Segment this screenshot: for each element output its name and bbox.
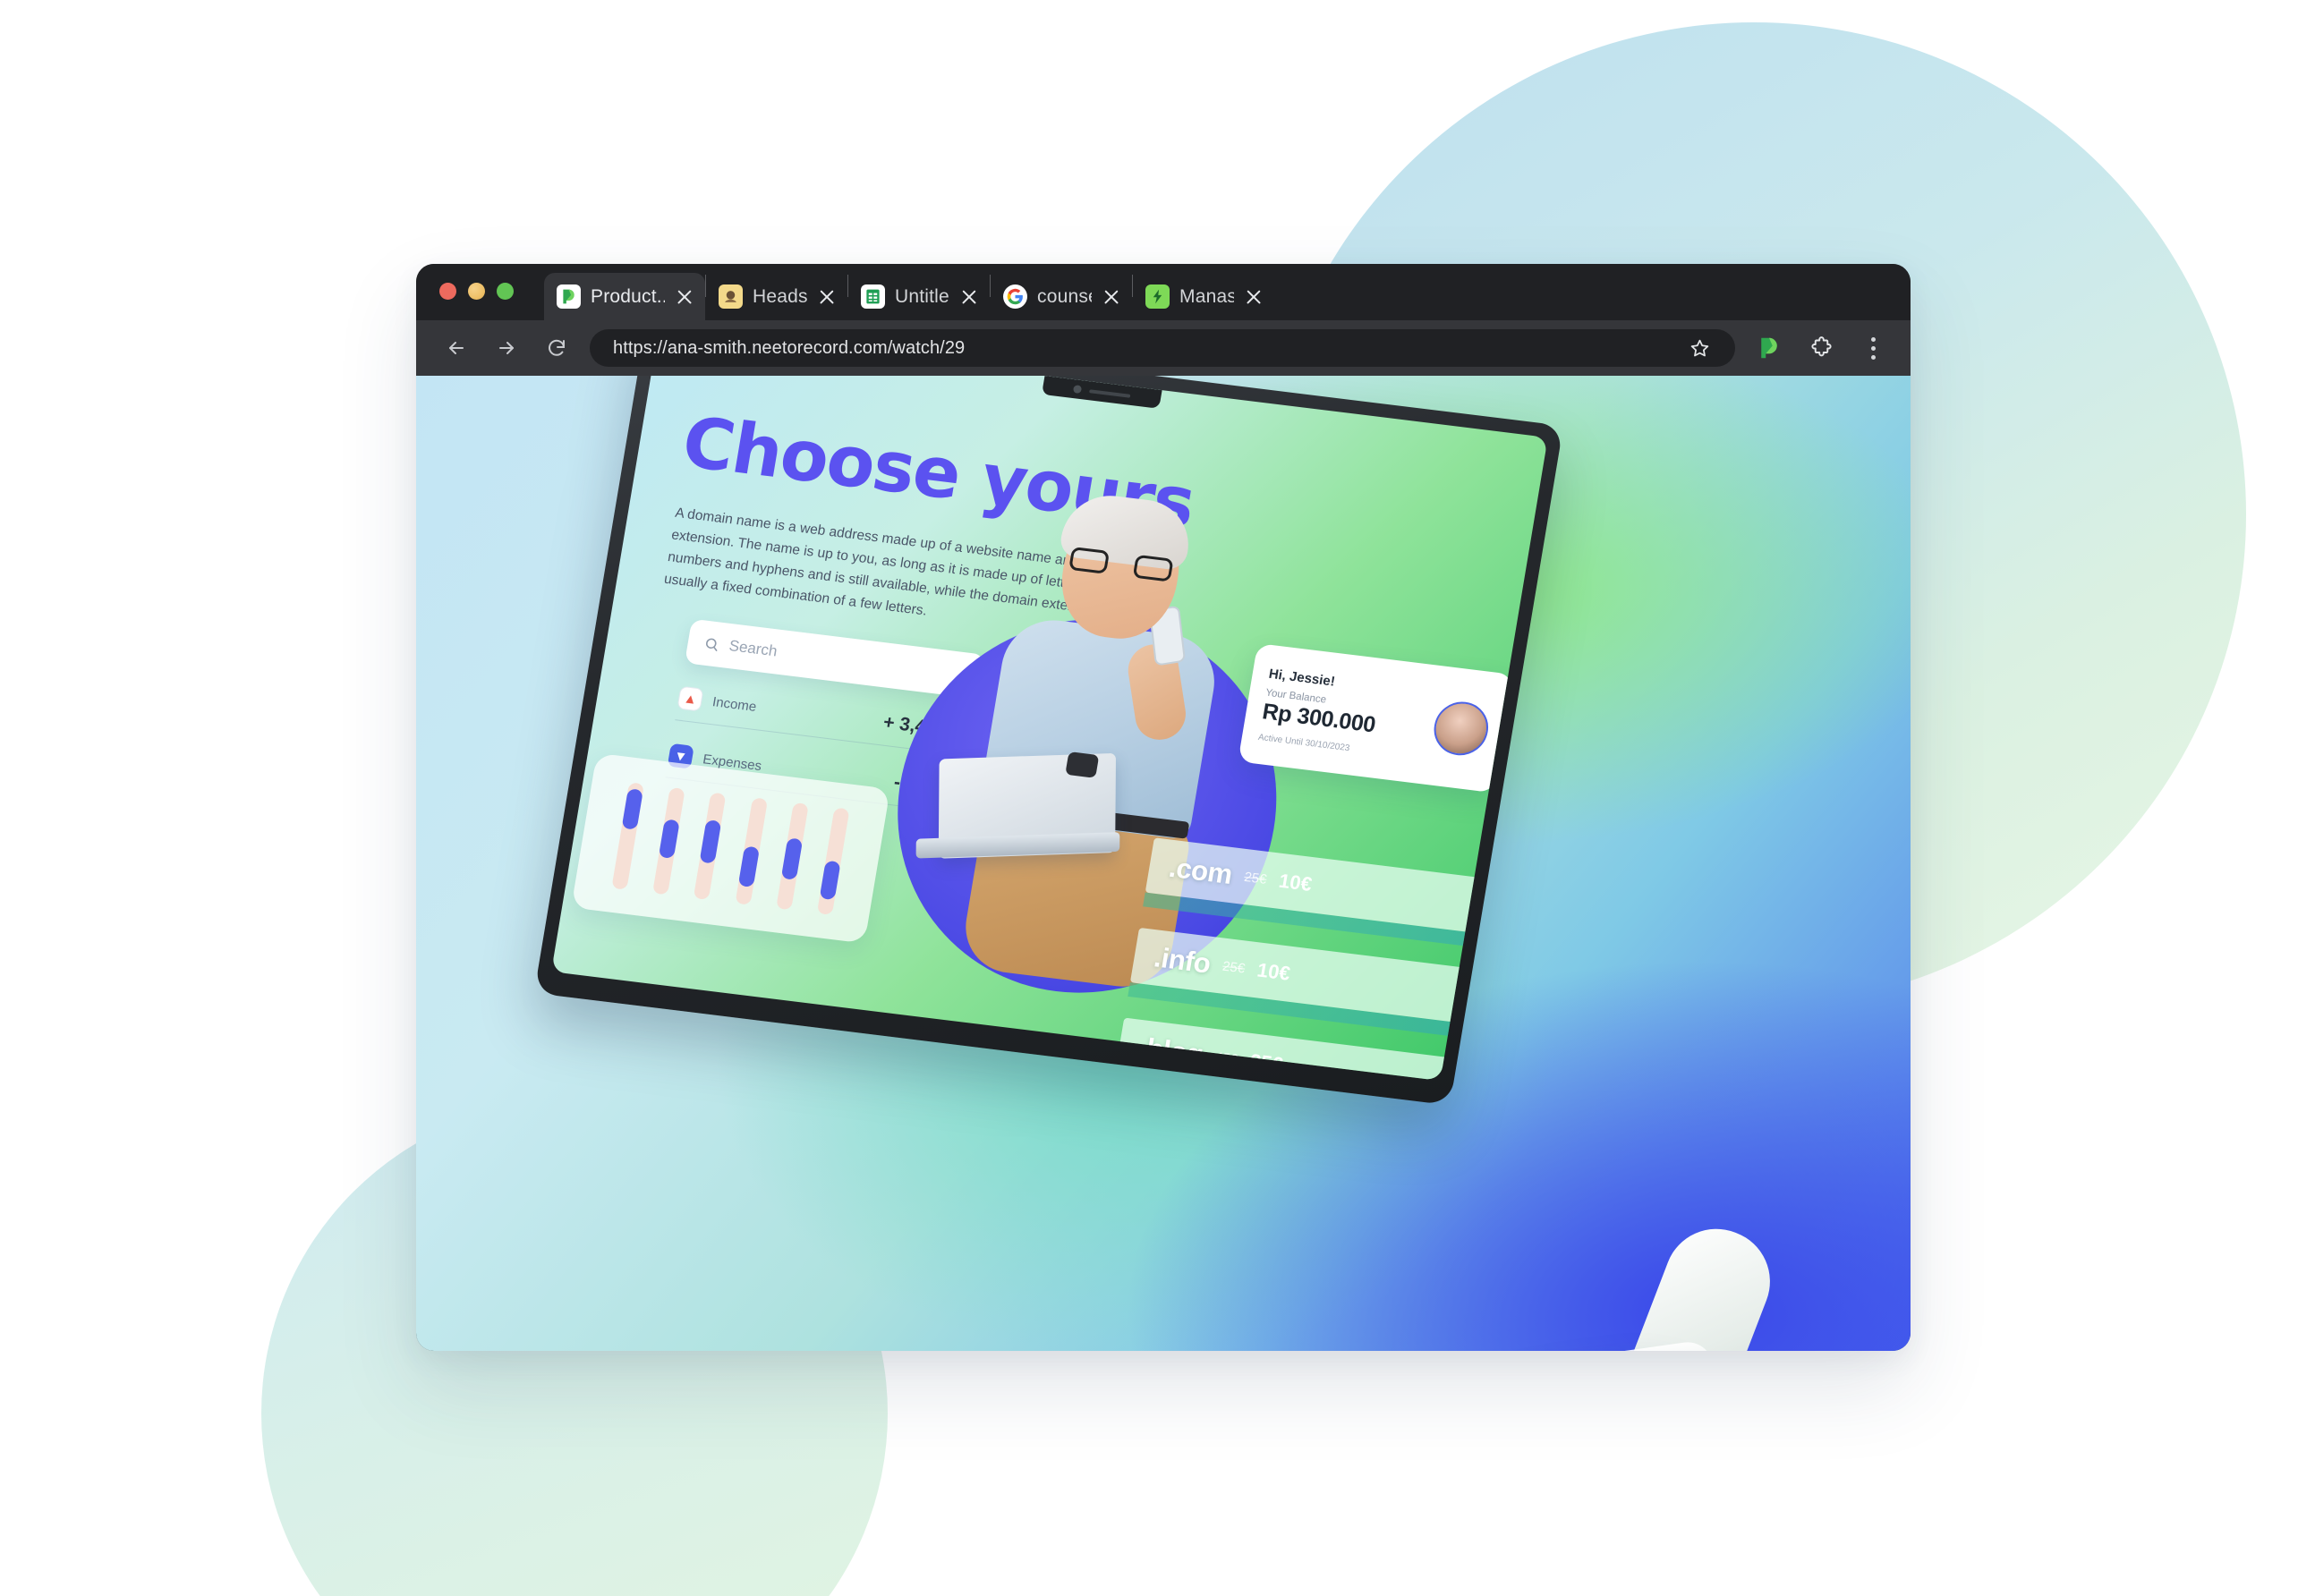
close-window-button[interactable] [439,283,456,300]
browser-menu-button[interactable] [1855,330,1891,366]
browser-tab-2[interactable]: Untitled [848,273,990,320]
forward-button[interactable] [489,331,523,365]
domain-new-price-1: 10€ [1255,958,1292,985]
browser-tab-2-title: Untitled [895,285,949,307]
browser-tab-1[interactable]: Headst [706,273,847,320]
income-icon: ▲ [677,685,704,712]
address-bar-url: https://ana-smith.neetorecord.com/watch/… [613,337,966,358]
browser-tab-strip: Product.. Headst Untitle couns Manas [416,264,1911,320]
page-root: Product.. Headst Untitle couns Manas htt… [0,0,2298,1596]
laptop-mockup: Choose yours A domain name is a web addr… [533,376,1564,1106]
slider-1[interactable] [652,786,685,895]
image-icon [719,284,743,309]
spreadsheet-icon [861,284,885,309]
domain-toggle-wrap-2 [1443,1062,1545,1082]
browser-toolbar: https://ana-smith.neetorecord.com/watch/… [416,320,1911,376]
person-watch [1065,751,1100,778]
slider-4[interactable] [776,802,809,910]
back-button[interactable] [439,331,473,365]
income-label: Income [711,693,758,715]
avatar [1430,699,1493,759]
slider-2[interactable] [694,792,727,900]
search-icon [706,638,718,651]
extensions-puzzle-icon[interactable] [1803,330,1839,366]
slide-search-placeholder: Search [728,637,779,660]
domain-toggle-com[interactable] [1497,898,1548,934]
close-tab-4-button[interactable] [1244,287,1264,307]
browser-tab-0[interactable]: Product.. [544,273,705,320]
browser-tab-4-title: Manasu [1179,285,1234,307]
slider-5[interactable] [817,807,850,915]
laptop-screen: Choose yours A domain name is a web addr… [551,376,1548,1082]
address-bar[interactable]: https://ana-smith.neetorecord.com/watch/… [590,329,1735,367]
hand-index-finger [1590,1213,1785,1351]
recorded-video-viewport: Choose yours A domain name is a web addr… [416,376,1911,1351]
browser-tab-4[interactable]: Manasu [1133,273,1274,320]
bookmark-star-icon[interactable] [1681,330,1717,366]
domain-old-price-0: 25€ [1243,869,1268,887]
slider-0[interactable] [611,781,644,890]
domain-toggle-wrap-1 [1460,962,1548,1072]
camera-icon [1072,385,1083,395]
browser-tab-3[interactable]: counse [991,273,1132,320]
manasu-icon [1145,284,1170,309]
domain-old-price-1: 25€ [1221,958,1247,977]
close-tab-0-button[interactable] [675,287,694,307]
minimize-window-button[interactable] [468,283,485,300]
google-icon [1003,284,1027,309]
neeto-icon [557,284,581,309]
speaker-grille [1089,388,1131,398]
close-tab-3-button[interactable] [1102,287,1121,307]
reload-button[interactable] [540,331,574,365]
domain-name-1: .info [1152,941,1213,980]
browser-tab-0-title: Product.. [591,285,665,307]
window-traffic-lights [439,264,514,320]
neeto-extension-icon[interactable] [1751,330,1787,366]
maximize-window-button[interactable] [497,283,514,300]
close-tab-1-button[interactable] [817,287,837,307]
browser-tab-3-title: counse [1037,285,1092,307]
domain-new-price-0: 10€ [1277,869,1314,896]
domain-toggle-info[interactable] [1480,998,1541,1034]
browser-tab-1-title: Headst [753,285,807,307]
browser-window: Product.. Headst Untitle couns Manas htt… [416,264,1911,1351]
pointing-hand-graphic [1442,1213,1866,1351]
slider-3[interactable] [735,796,768,905]
domain-name-0: .com [1166,851,1235,890]
close-tab-2-button[interactable] [959,287,979,307]
